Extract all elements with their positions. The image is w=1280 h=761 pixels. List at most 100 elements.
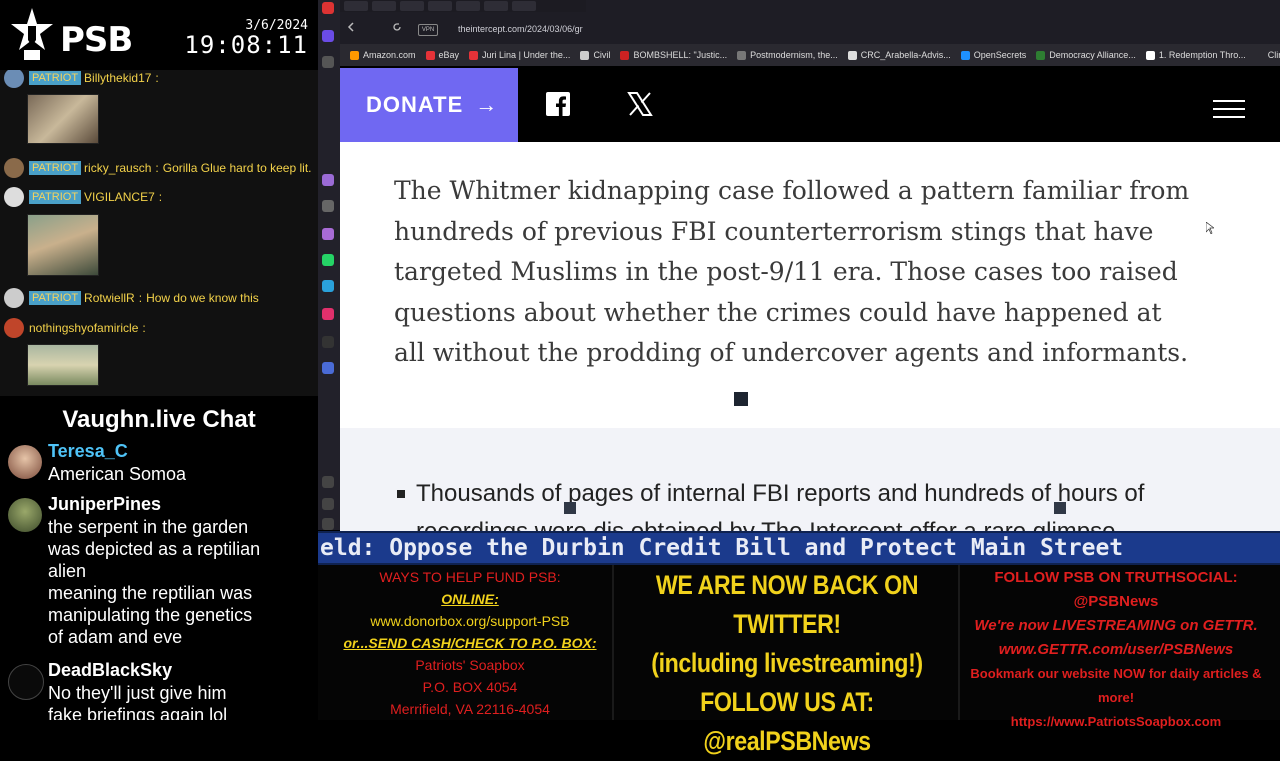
chat-text: of adam and eve [48, 627, 183, 647]
bookmark-crc[interactable]: CRC_Arabella-Advis... [847, 50, 951, 60]
amazon-icon [350, 50, 359, 60]
stream-sidebar: PSB 3/6/2024 19:08:11 PATRIOT Billytheki… [0, 0, 318, 720]
url-input[interactable]: theintercept.com/2024/03/06/gr [458, 24, 583, 34]
youtube-icon [469, 50, 479, 60]
aria-icon[interactable] [322, 174, 334, 186]
bookmark-opensecrets[interactable]: OpenSecrets [960, 50, 1026, 60]
browser-tab[interactable] [484, 1, 508, 11]
truthsocial-heading: FOLLOW PSB ON TRUTHSOCIAL: [994, 569, 1238, 586]
brand-name: PSB [60, 20, 133, 60]
gettr-url[interactable]: www.GETTR.com/user/PSBNews [955, 638, 1277, 662]
browser-tab[interactable] [400, 1, 424, 11]
address-line: P.O. BOX 4054 [422, 679, 518, 695]
bookmarks-bar: Amazon.com eBay Juri Lina | Under the...… [340, 44, 1280, 66]
overlay-clock: 19:08:11 [184, 31, 308, 59]
chat-username: JuniperPines [48, 494, 162, 514]
more-icon[interactable] [322, 518, 334, 530]
bookmark-democracy-alliance[interactable]: Democracy Alliance... [1036, 50, 1136, 60]
site-icon [737, 50, 747, 60]
twitter-handle: @realPSBNews [703, 726, 871, 756]
patriot-badge: PATRIOT [29, 161, 82, 175]
bookmark-ebay[interactable]: eBay [425, 50, 459, 60]
hamburger-menu-icon[interactable] [1213, 100, 1245, 118]
telegram-icon[interactable] [322, 280, 334, 292]
chat-text: the serpent in the garden [48, 517, 249, 537]
website-url[interactable]: https://www.PatriotsSoapbox.com [955, 710, 1277, 734]
tab-strip [340, 0, 590, 12]
reload-icon[interactable] [392, 22, 402, 32]
chat-image-man[interactable] [27, 214, 99, 276]
bookmark-amazon[interactable]: Amazon.com [350, 50, 416, 60]
chat-text: No they'll just give him [48, 683, 227, 703]
hexagon-icon [1145, 50, 1155, 60]
psb-star-logo-icon [11, 8, 53, 60]
instagram-icon[interactable] [322, 308, 334, 320]
mouse-cursor-icon [1206, 222, 1214, 234]
chat-colon: : [155, 71, 159, 85]
bookmark-juri-lina[interactable]: Juri Lina | Under the... [469, 50, 570, 60]
whatsapp-icon[interactable] [322, 254, 334, 266]
browser-tab[interactable] [428, 1, 452, 11]
chat-username: Billythekid17 [84, 71, 152, 85]
avatar [4, 70, 24, 88]
patriot-badge: PATRIOT [29, 71, 82, 85]
opera-icon[interactable] [322, 2, 334, 14]
browser-tab[interactable] [372, 1, 396, 11]
chat-message: Teresa_C American Somoa [6, 441, 306, 491]
chat-image-cars[interactable] [27, 344, 99, 386]
donorbox-link[interactable]: www.donorbox.org/support-PSB [330, 610, 610, 632]
donate-button[interactable]: DONATE → [340, 68, 518, 142]
x-sidebar-icon[interactable] [322, 336, 334, 348]
bookmark-clinton-email[interactable]: Clinton Email: We M... [1268, 50, 1280, 60]
vpn-badge[interactable]: VPN [418, 24, 438, 36]
funding-heading: WAYS TO HELP FUND PSB: [379, 569, 561, 585]
chat-text: How do we know this [146, 291, 259, 305]
crop-handle[interactable] [1054, 502, 1066, 514]
messenger-icon[interactable] [322, 228, 334, 240]
history-icon[interactable] [322, 498, 334, 510]
avatar [4, 158, 24, 178]
patriot-badge: PATRIOT [29, 291, 82, 305]
bookmark-civil[interactable]: Civil [580, 50, 610, 60]
chat-username: nothingshyofamiricle [29, 321, 139, 335]
chat-username: RotwiellR [84, 291, 135, 305]
heart-icon[interactable] [322, 476, 334, 488]
chat-colon: : [158, 190, 163, 204]
facebook-icon[interactable] [546, 92, 570, 116]
chat-colon: : [142, 321, 146, 335]
site-icon [960, 50, 970, 60]
back-icon[interactable] [346, 22, 356, 32]
chat-colon: : [138, 291, 143, 305]
crop-handle[interactable] [564, 502, 576, 514]
site-icon [620, 50, 630, 60]
chat-text: fake briefings again lol [48, 705, 228, 720]
chat-message: PATRIOT Billythekid17 : [4, 70, 159, 88]
x-twitter-icon[interactable] [627, 91, 653, 117]
browser-tab[interactable] [344, 1, 368, 11]
chat-username: VIGILANCE7 [84, 190, 155, 204]
vaughn-chat-title: Vaughn.live Chat [0, 397, 318, 437]
chat-message: JuniperPines the serpent in the garden w… [6, 494, 306, 654]
home-icon[interactable] [322, 56, 334, 68]
patriot-badge: PATRIOT [29, 190, 82, 204]
wallet-icon[interactable] [322, 200, 334, 212]
chat-text: meaning the reptilian was [48, 583, 253, 603]
browser-sidebar [318, 0, 340, 530]
address-line: Patriots' Soapbox [415, 657, 525, 673]
chat-message: PATRIOT RotwiellR : How do we know this [4, 288, 259, 308]
bookmark-redemption[interactable]: 1. Redemption Thro... [1145, 50, 1246, 60]
bookmark-postmodernism[interactable]: Postmodernism, the... [737, 50, 838, 60]
browser-tab[interactable] [456, 1, 480, 11]
truthsocial-panel: FOLLOW PSB ON TRUTHSOCIAL: @PSBNews We'r… [955, 566, 1277, 734]
vaughn-chat-panel: Teresa_C American Somoa JuniperPines the… [0, 437, 318, 720]
chat-image-cats[interactable] [27, 94, 99, 144]
player-icon[interactable] [322, 362, 334, 374]
section-divider-mark [734, 392, 748, 406]
twitter-subline: (including livestreaming!) [651, 648, 923, 678]
browser-tab[interactable] [512, 1, 536, 11]
extension-icon[interactable] [322, 30, 334, 42]
chat-username: DeadBlackSky [48, 660, 173, 680]
ebay-icon [425, 50, 435, 60]
bookmark-bombshell[interactable]: BOMBSHELL: "Justic... [620, 50, 727, 60]
twitter-headline: WE ARE NOW BACK ON TWITTER! [655, 570, 919, 639]
